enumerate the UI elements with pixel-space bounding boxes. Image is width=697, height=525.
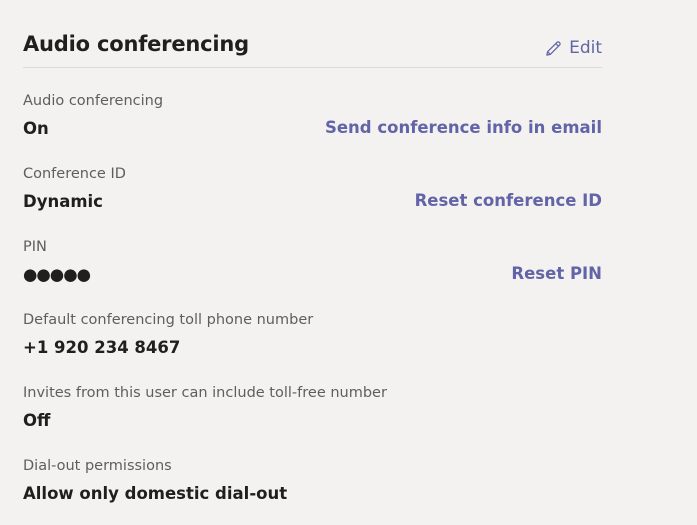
field-value: On xyxy=(23,119,49,138)
field-label: Audio conferencing xyxy=(23,93,164,109)
field-dial-out: Dial-out permissions Allow only domestic… xyxy=(23,458,602,506)
field-label: Invites from this user can include toll-… xyxy=(23,385,387,401)
field-value: +1 920 234 8467 xyxy=(23,338,181,357)
field-label: Conference ID xyxy=(23,166,126,182)
section-header: Audio conferencing Edit xyxy=(23,28,602,68)
field-label: PIN xyxy=(23,239,47,255)
field-toll-free: Invites from this user can include toll-… xyxy=(23,385,602,433)
field-value: Dynamic xyxy=(23,192,103,211)
field-value: Allow only domestic dial-out xyxy=(23,484,288,503)
audio-conferencing-panel: Audio conferencing Edit Audio conferenci… xyxy=(23,28,602,503)
field-label: Default conferencing toll phone number xyxy=(23,312,314,328)
field-conference-id: Conference ID Dynamic Reset conference I… xyxy=(23,166,602,214)
edit-label: Edit xyxy=(569,38,602,58)
field-value: ●●●●● xyxy=(23,265,91,284)
field-toll-number: Default conferencing toll phone number +… xyxy=(23,312,602,360)
pencil-icon xyxy=(546,40,561,56)
section-title: Audio conferencing xyxy=(23,32,249,56)
field-label: Dial-out permissions xyxy=(23,458,172,474)
send-conference-info-link[interactable]: Send conference info in email xyxy=(325,118,602,137)
field-audio-conferencing: Audio conferencing On Send conference in… xyxy=(23,93,602,141)
reset-pin-link[interactable]: Reset PIN xyxy=(511,264,602,283)
reset-conference-id-link[interactable]: Reset conference ID xyxy=(415,191,602,210)
field-value: Off xyxy=(23,411,51,430)
field-pin: PIN ●●●●● Reset PIN xyxy=(23,239,602,287)
edit-button[interactable]: Edit xyxy=(544,38,602,58)
